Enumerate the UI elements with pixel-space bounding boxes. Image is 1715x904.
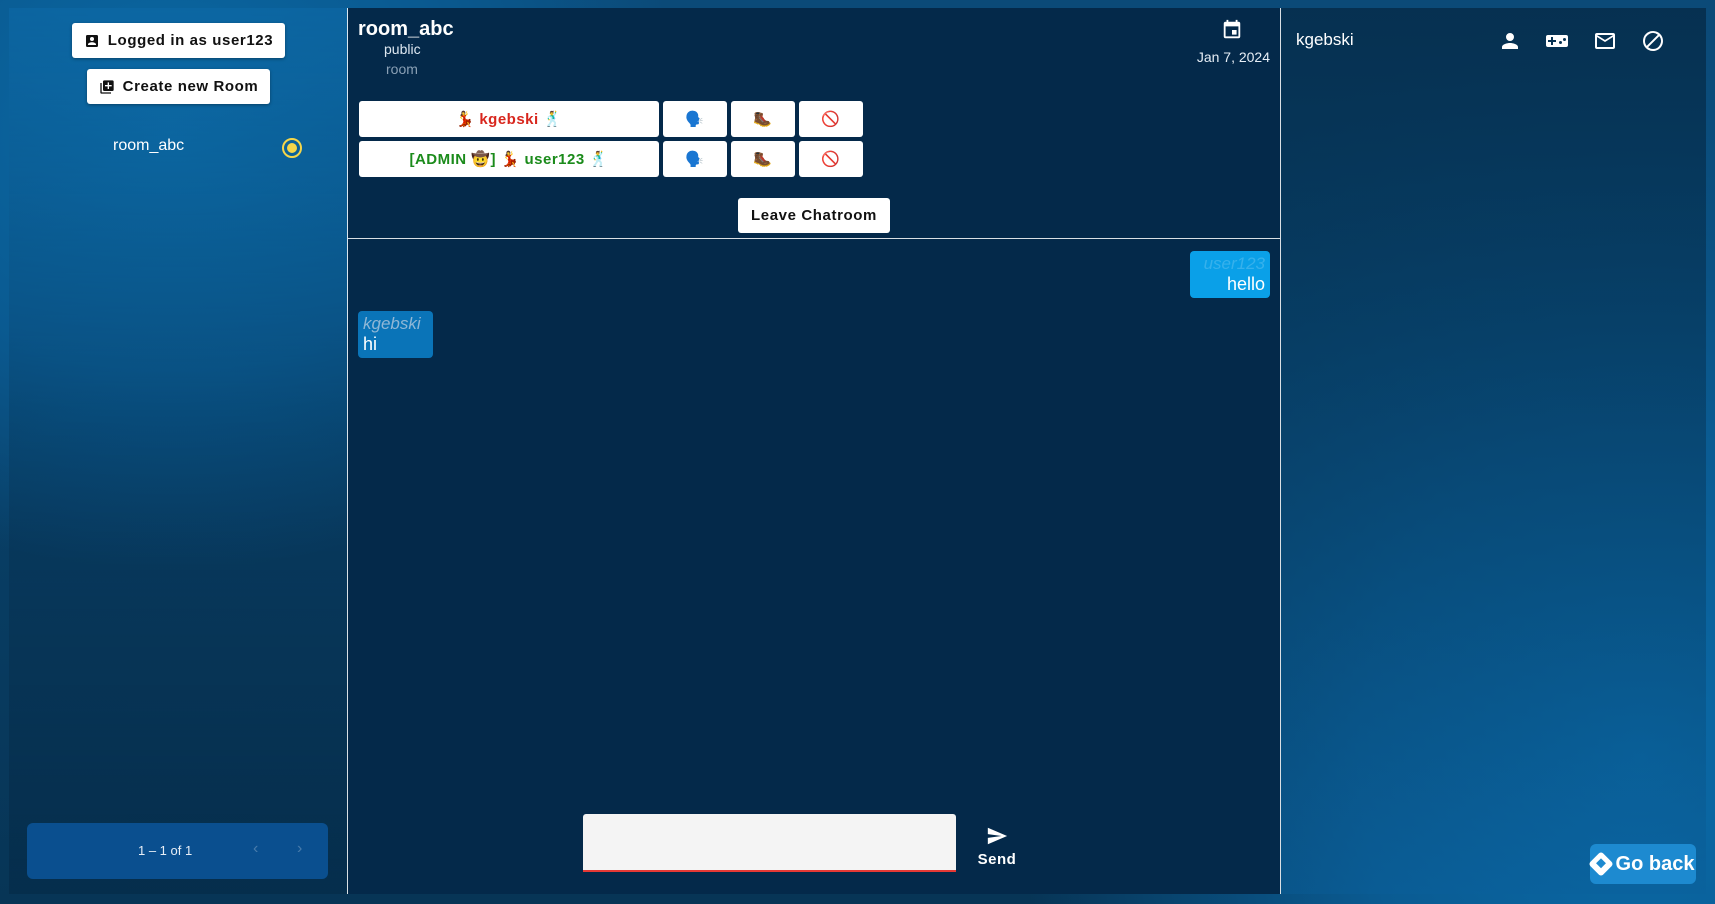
message-outgoing: user123 hello xyxy=(1190,251,1270,298)
room-selected-radio[interactable] xyxy=(282,138,302,158)
message-author: kgebski xyxy=(363,314,421,333)
go-back-label: Go back xyxy=(1615,852,1695,875)
member-name-button[interactable]: 💃 kgebski 🕺 xyxy=(359,101,659,137)
mail-icon[interactable] xyxy=(1593,29,1617,53)
account-box-icon xyxy=(85,34,98,47)
message-text: hello xyxy=(1226,274,1265,294)
peer-username: kgebski xyxy=(1296,30,1354,49)
member-speak-button[interactable]: 🗣️ xyxy=(663,141,727,177)
member-ban-button[interactable]: 🚫 xyxy=(799,101,863,137)
room-list-item[interactable]: room_abc xyxy=(9,130,348,162)
create-room-label: Create new Room xyxy=(122,78,259,95)
create-room-button[interactable]: Create new Room xyxy=(87,69,270,104)
message-input[interactable] xyxy=(583,814,956,872)
app-frame: Logged in as user123 Create new Room roo… xyxy=(9,8,1706,894)
send-label: Send xyxy=(977,851,1017,868)
member-ban-button[interactable]: 🚫 xyxy=(799,141,863,177)
message-author: user123 xyxy=(1203,254,1265,273)
rooms-sidebar: Logged in as user123 Create new Room roo… xyxy=(9,8,348,894)
chat-panel: room_abc public room Jan 7, 2024 💃 kgebs… xyxy=(348,8,1281,894)
room-header: room_abc public room Jan 7, 2024 💃 kgebs… xyxy=(348,8,1280,239)
room-name: room_abc xyxy=(113,137,185,154)
member-speak-button[interactable]: 🗣️ xyxy=(663,101,727,137)
directions-icon xyxy=(1587,851,1614,877)
message-incoming: kgebski hi xyxy=(358,311,433,358)
member-kick-button[interactable]: 🥾 xyxy=(731,141,795,177)
paginator-prev-button[interactable]: ‹ xyxy=(253,840,258,858)
logged-in-button[interactable]: Logged in as user123 xyxy=(72,23,285,58)
room-type: room xyxy=(386,61,418,77)
member-name-button[interactable]: [ADMIN 🤠] 💃 user123 🕺 xyxy=(359,141,659,177)
gamepad-icon[interactable] xyxy=(1545,29,1569,53)
paginator-range: 1 – 1 of 1 xyxy=(138,843,193,858)
block-icon[interactable] xyxy=(1641,29,1665,53)
send-icon xyxy=(987,827,1008,845)
member-kick-button[interactable]: 🥾 xyxy=(731,101,795,137)
room-date: Jan 7, 2024 xyxy=(1196,49,1270,65)
calendar-icon xyxy=(1223,19,1241,39)
leave-chatroom-button[interactable]: Leave Chatroom xyxy=(738,198,890,233)
paginator-next-button[interactable]: › xyxy=(297,840,302,858)
person-icon[interactable] xyxy=(1498,29,1522,53)
go-back-button[interactable]: Go back xyxy=(1587,844,1696,884)
logged-in-label: Logged in as user123 xyxy=(107,32,274,49)
message-text: hi xyxy=(363,334,378,354)
user-panel: kgebski xyxy=(1281,8,1706,894)
room-title: room_abc xyxy=(358,18,454,40)
room-visibility: public xyxy=(384,41,421,57)
send-button[interactable]: Send xyxy=(975,825,1019,875)
library-add-icon xyxy=(99,79,114,94)
rooms-paginator: 1 – 1 of 1 ‹ › xyxy=(27,823,328,879)
